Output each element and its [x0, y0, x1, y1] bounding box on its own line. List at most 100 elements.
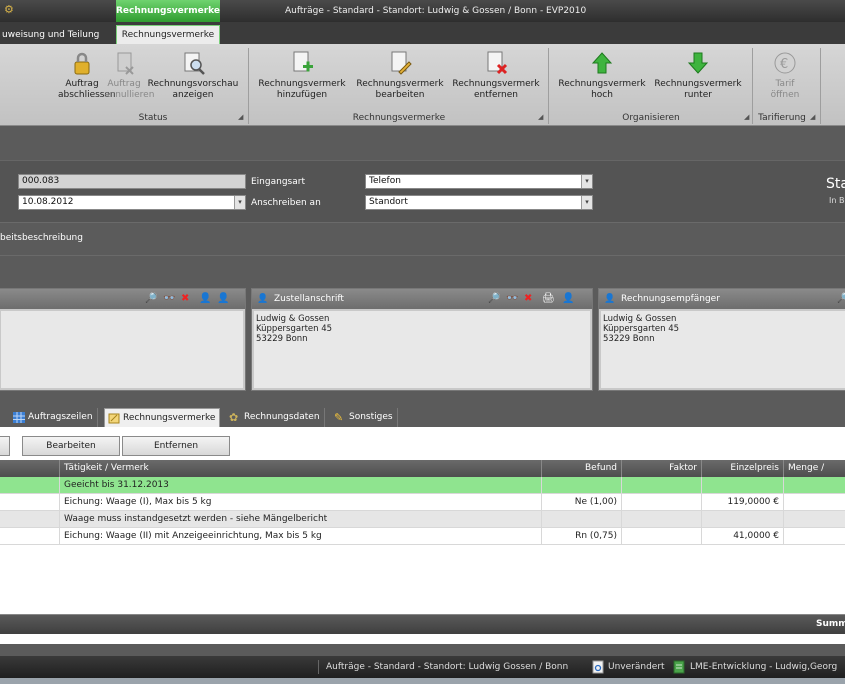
print-icon[interactable]: 🖨 [542, 292, 555, 306]
table-row[interactable]: Waage muss instandgesetzt werden - siehe… [0, 511, 845, 528]
cell-einzelpreis: 41,0000 € [702, 528, 784, 545]
app-icon[interactable]: ⚙ [4, 4, 16, 16]
tab-auftragszeilen[interactable]: Auftragszeilen [10, 408, 98, 427]
tab-sonstiges[interactable]: ✎ Sonstiges [331, 408, 398, 427]
tab-label: Rechnungsvermerke [123, 413, 216, 423]
column-header-einzelpreis[interactable]: Einzelpreis [702, 460, 784, 477]
button-label-line2: runter [684, 90, 712, 100]
row-selector [0, 494, 60, 511]
person-edit-icon[interactable]: 👤 [562, 292, 574, 306]
status-title: Sta [826, 176, 845, 192]
tab-label: Rechnungsdaten [244, 412, 320, 422]
cell-faktor [622, 477, 702, 494]
binoculars-icon[interactable]: 👓 [163, 292, 175, 306]
rechnungsvermerk-bearbeiten-button[interactable]: Rechnungsvermerk bearbeiten [352, 48, 448, 110]
binoculars-icon[interactable]: 👓 [506, 292, 518, 306]
person-edit-icon[interactable]: 👤 [217, 292, 229, 306]
cell-faktor [622, 511, 702, 528]
tab-rechnungsdaten[interactable]: ✿ Rechnungsdaten [226, 408, 325, 427]
tab-rechnungsvermerke[interactable]: Rechnungsvermerke [116, 25, 220, 44]
auftrag-abschliessen-button[interactable]: Auftrag abschliessen [58, 48, 116, 110]
grid-icon [13, 412, 25, 423]
cell-befund: Rn (0,75) [542, 528, 622, 545]
document-edit-icon [387, 50, 413, 76]
panel-header: 👤 Zustellanschrift 🔎 👓 ✖ 🖨 👤 [252, 289, 592, 309]
column-header-faktor[interactable]: Faktor [622, 460, 702, 477]
euro-icon: € [772, 50, 798, 76]
group-launcher-icon[interactable]: ◢ [810, 113, 818, 121]
table-row[interactable]: Eichung: Waage (II) mit Anzeigeeinrichtu… [0, 528, 845, 545]
order-header-form: 000.083 10.08.2012 ▾ Eingangsart Telefon… [0, 160, 845, 222]
button-label-line1: Rechnungsvermerk [258, 79, 346, 89]
group-launcher-icon[interactable]: ◢ [744, 113, 752, 121]
tab-zuweisung-teilung[interactable]: uweisung und Teilung [0, 26, 99, 44]
anschreiben-select[interactable]: Standort ▾ [365, 195, 593, 210]
delete-icon[interactable]: ✖ [524, 292, 532, 306]
rechnungsvermerk-hoch-button[interactable]: Rechnungsvermerk hoch [554, 48, 650, 110]
table-row[interactable]: Eichung: Waage (I), Max bis 5 kg Ne (1,0… [0, 494, 845, 511]
arrow-down-icon [685, 50, 711, 76]
button-label-line1: Rechnungsvermerk [654, 79, 742, 89]
search-icon[interactable]: 🔎 [145, 292, 157, 306]
document-delete-icon [483, 50, 509, 76]
cell-befund [542, 511, 622, 528]
bearbeiten-button[interactable]: Bearbeiten [22, 436, 120, 456]
group-launcher-icon[interactable]: ◢ [238, 113, 246, 121]
button-label-line1: Auftrag [107, 79, 141, 89]
rechnungsvermerk-entfernen-button[interactable]: Rechnungsvermerk entfernen [448, 48, 544, 110]
address-line: Ludwig & Gossen [256, 314, 330, 324]
group-launcher-icon[interactable]: ◢ [538, 113, 546, 121]
preview-icon [180, 50, 206, 76]
search-icon[interactable]: 🔎 [488, 292, 500, 306]
pencil-icon: ✎ [334, 411, 344, 424]
table-row[interactable]: Geeicht bis 31.12.2013 [0, 477, 845, 494]
document-cancel-icon [111, 50, 137, 76]
rechnungsvermerk-runter-button[interactable]: Rechnungsvermerk runter [650, 48, 746, 110]
address-line: Ludwig & Gossen [603, 314, 677, 324]
chevron-down-icon[interactable]: ▾ [581, 196, 592, 209]
button-label-line2: bearbeiten [375, 90, 425, 100]
tarif-oeffnen-button[interactable]: € Tarif öffnen [760, 48, 810, 110]
group-separator [820, 48, 821, 124]
datum-field[interactable]: 10.08.2012 ▾ [18, 195, 246, 210]
tab-rechnungsvermerke-detail[interactable]: Rechnungsvermerke [104, 408, 221, 427]
address-body: Ludwig & Gossen Küppersgarten 45 53229 B… [601, 311, 845, 388]
cell-einzelpreis [702, 477, 784, 494]
chevron-down-icon[interactable]: ▾ [581, 175, 592, 188]
chevron-down-icon[interactable]: ▾ [234, 196, 245, 209]
group-label-organisieren: Organisieren [622, 113, 680, 123]
eingangsart-select[interactable]: Telefon ▾ [365, 174, 593, 189]
detail-tabs: Auftragszeilen Rechnungsvermerke ✿ Rechn… [0, 406, 845, 427]
button-label-line2: abschliessen [58, 90, 116, 100]
search-icon[interactable]: 🔎 [837, 292, 845, 306]
cell-befund [542, 477, 622, 494]
button-label-line1: Rechnungsvermerk [558, 79, 646, 89]
window-title: Aufträge - Standard - Standort: Ludwig &… [285, 6, 587, 16]
ribbon-tab-row: uweisung und Teilung Rechnungsvermerke [0, 22, 845, 44]
column-header-select[interactable] [0, 460, 60, 477]
row-selector [0, 477, 60, 494]
group-separator [548, 48, 549, 124]
auftrag-annullieren-button[interactable]: Auftrag annullieren [104, 48, 154, 110]
delete-icon[interactable]: ✖ [181, 292, 189, 306]
column-header-befund[interactable]: Befund [542, 460, 622, 477]
document-icon [592, 656, 604, 678]
entfernen-button[interactable]: Entfernen [122, 436, 230, 456]
arbeitsbeschreibung-label: beitsbeschreibung [0, 233, 83, 243]
add-button[interactable] [0, 436, 10, 456]
cell-menge [784, 477, 845, 494]
button-label-line1: Rechnungsvorschau [147, 79, 239, 89]
column-header-menge[interactable]: Menge / Dau [784, 460, 845, 490]
rechnungsvorschau-button[interactable]: Rechnungsvorschau anzeigen [146, 48, 240, 110]
row-selector [0, 528, 60, 545]
auftragsnummer-field[interactable]: 000.083 [18, 174, 246, 189]
group-label-tarifierung: Tarifierung [758, 113, 806, 123]
arbeitsbeschreibung-section[interactable]: beitsbeschreibung [0, 222, 845, 255]
rechnungsvermerk-hinzufuegen-button[interactable]: Rechnungsvermerk hinzufügen [254, 48, 350, 110]
person-icon[interactable]: 👤 [199, 292, 211, 306]
cell-taetigkeit: Eichung: Waage (I), Max bis 5 kg [60, 494, 542, 511]
auftraggeber-panel: 🔎 👓 ✖ 👤 👤 [0, 288, 246, 391]
column-header-taetigkeit[interactable]: Tätigkeit / Vermerk [60, 460, 542, 477]
cell-taetigkeit: Geeicht bis 31.12.2013 [60, 477, 542, 494]
address-line: Küppersgarten 45 [603, 324, 680, 334]
